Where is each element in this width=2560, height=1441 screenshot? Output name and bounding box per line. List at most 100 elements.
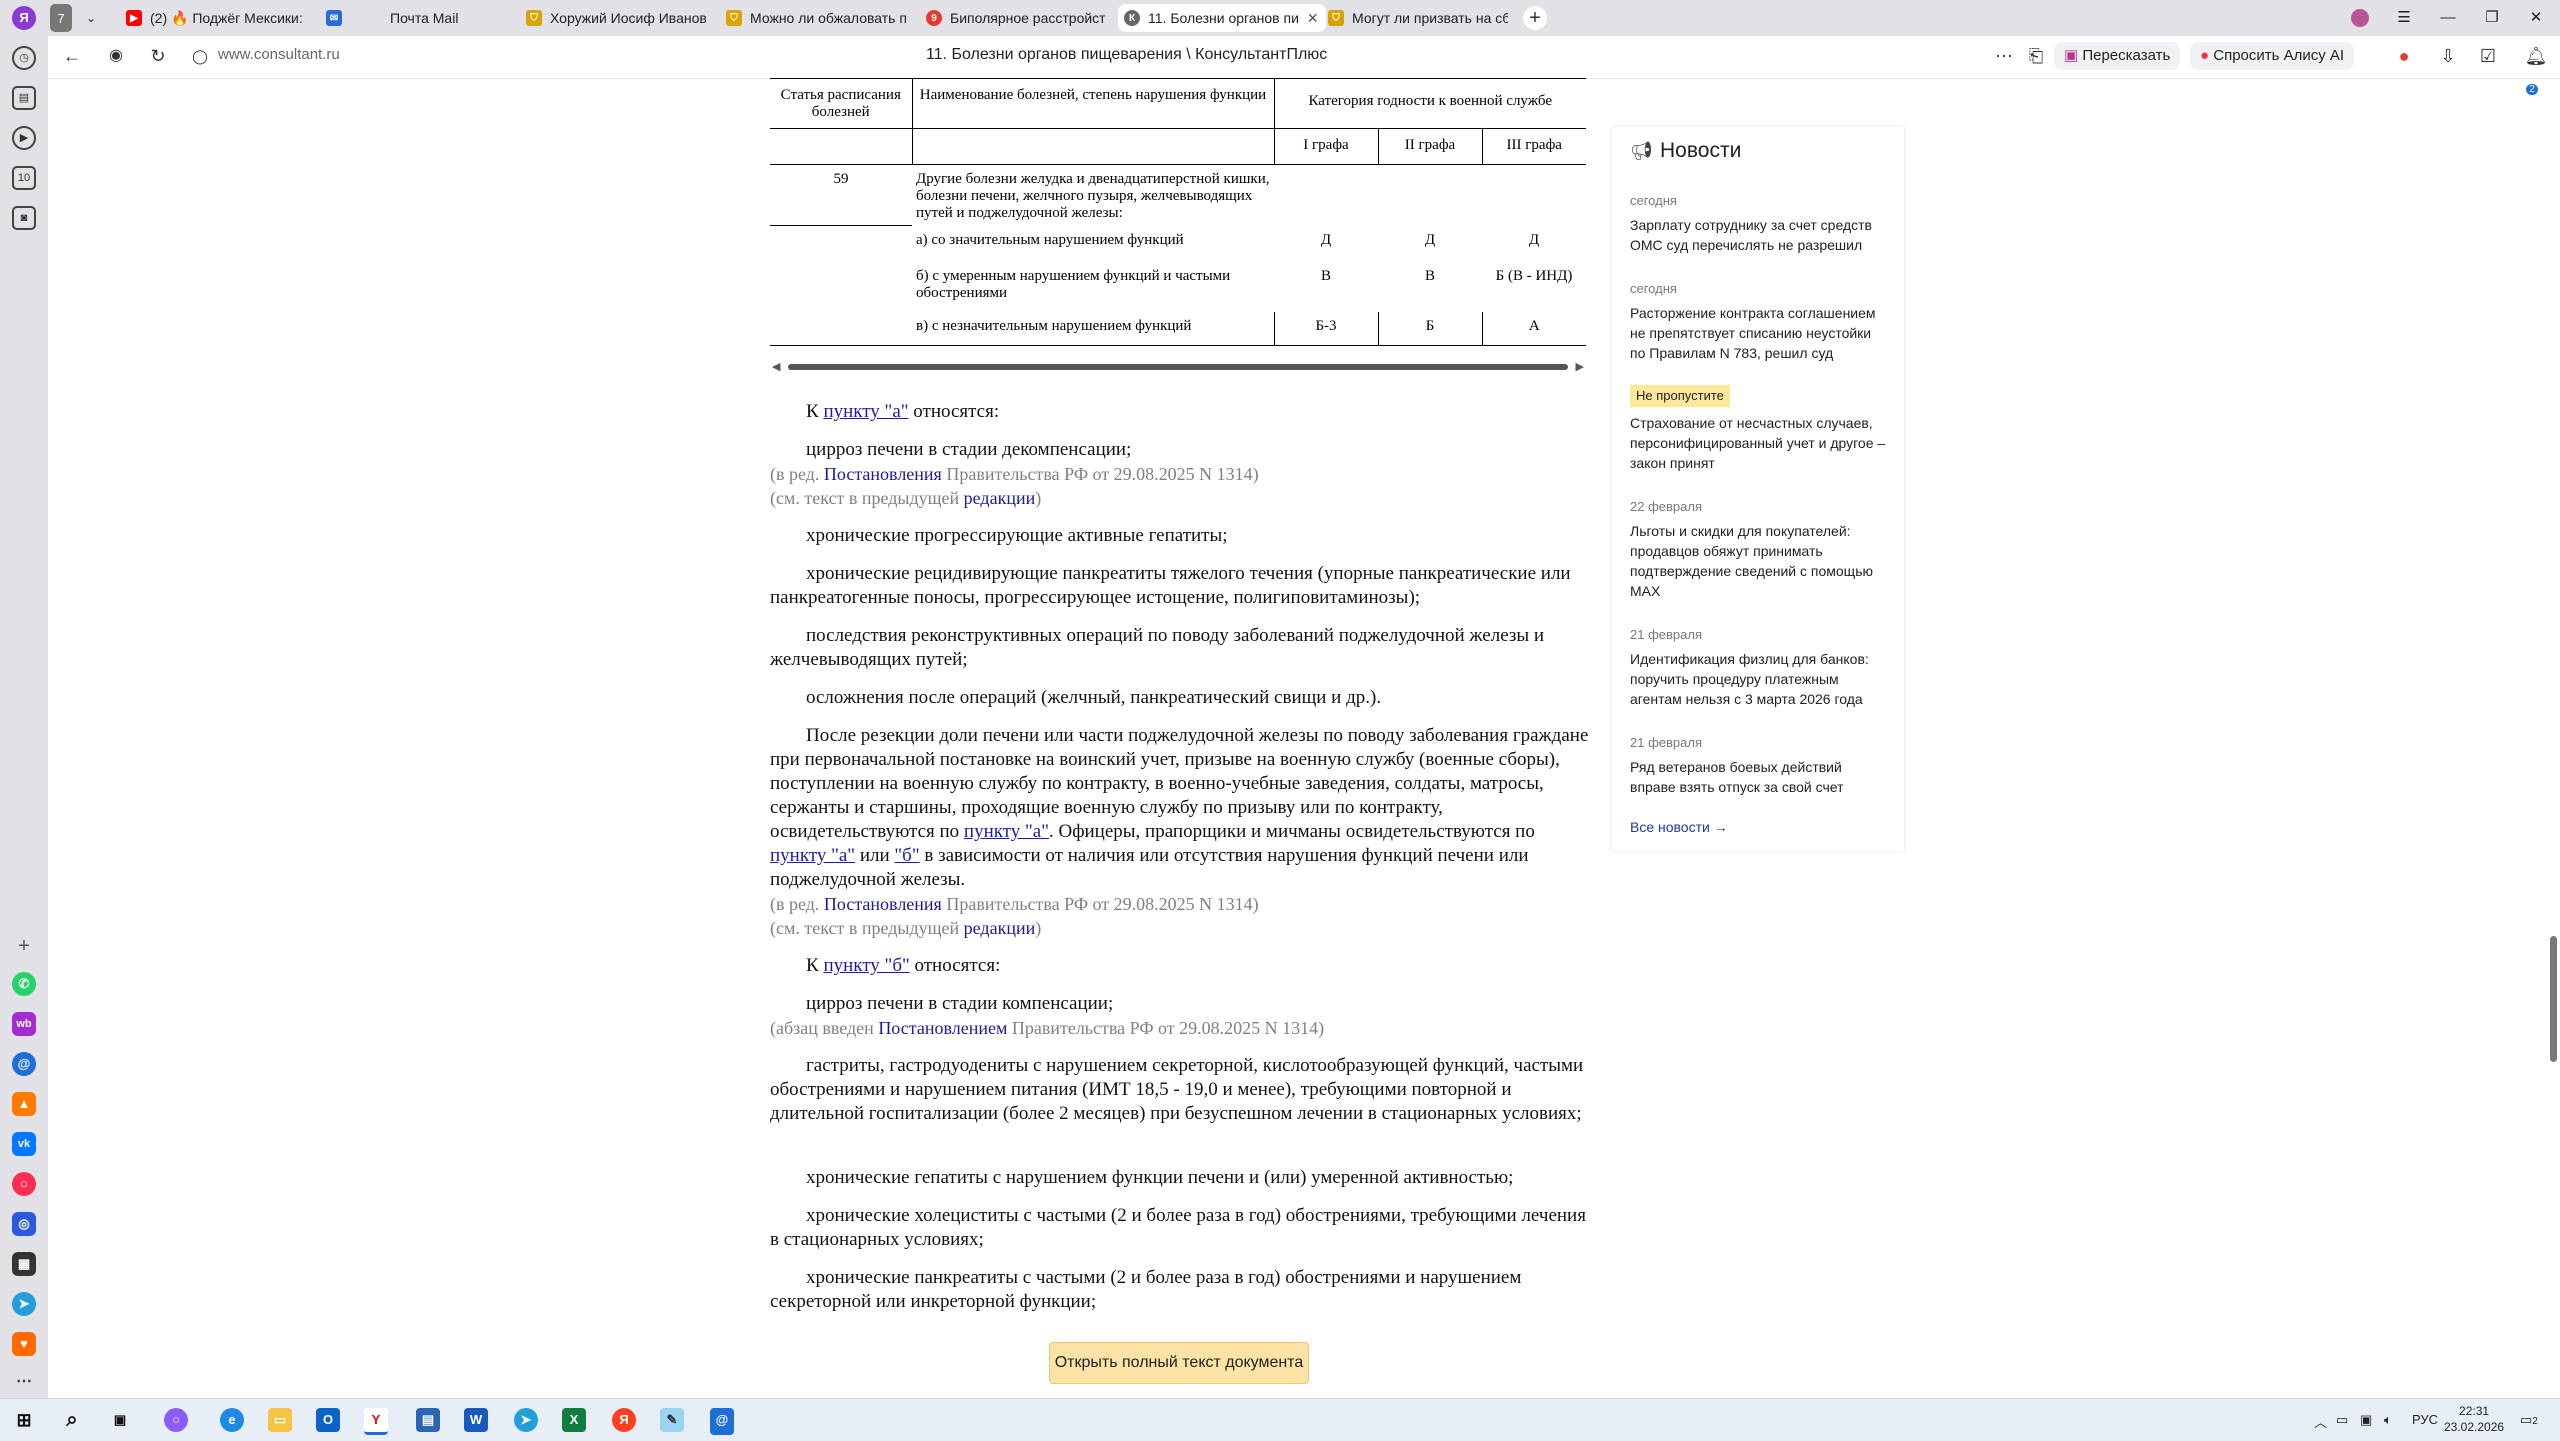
add-panel-icon[interactable]: +	[12, 934, 36, 958]
tab-counter[interactable]: 7	[50, 4, 72, 32]
more-icon[interactable]: ⋯	[12, 1370, 36, 1394]
link-punkt-b[interactable]: пункту "б"	[823, 955, 909, 976]
outlook-icon[interactable]: O	[316, 1408, 340, 1432]
news-text[interactable]: Страхование от несчастных случаев, персо…	[1630, 413, 1890, 473]
screenshot-icon[interactable]: ◙	[12, 206, 36, 230]
wildberries-icon[interactable]: wb	[12, 1012, 36, 1036]
system-clock[interactable]: 22:31 23.02.2026	[2444, 1403, 2504, 1435]
excel-icon[interactable]: X	[562, 1408, 586, 1432]
link-postanovlenie[interactable]: Постановления	[824, 464, 942, 484]
whatsapp-icon[interactable]: ✆	[12, 972, 36, 996]
windows-start-icon[interactable]: ⊞	[12, 1408, 36, 1432]
telegram-icon[interactable]: ➤	[12, 1292, 36, 1316]
alice-icon[interactable]: ○	[12, 1172, 36, 1196]
link-punkt-a[interactable]: пункту "а"	[770, 845, 855, 866]
all-news-link[interactable]: Все новости →	[1630, 819, 1728, 835]
news-text[interactable]: Ряд ветеранов боевых действий вправе взя…	[1630, 757, 1890, 797]
tab-youtube[interactable]: ▶ (2) 🔥 Поджёг Мексики: у	[126, 4, 306, 32]
volume-icon[interactable]: 🔈︎	[2384, 1412, 2392, 1428]
news-text[interactable]: Льготы и скидки для покупателей: продавц…	[1630, 521, 1890, 601]
news-text[interactable]: Расторжение контракта соглашением не пре…	[1630, 303, 1890, 363]
back-arrow-icon[interactable]: ←	[60, 44, 84, 68]
tab-bipolar[interactable]: 9 Биполярное расстройств	[926, 4, 1106, 32]
notification-center-icon[interactable]: ▭2	[2520, 1412, 2538, 1428]
news-item[interactable]: 21 февраля Ряд ветеранов боевых действий …	[1630, 733, 1890, 797]
page-vertical-scrollbar[interactable]	[2548, 78, 2560, 1398]
notifications-icon[interactable]: 🔔︎2	[2524, 44, 2548, 95]
scroll-left-icon[interactable]: ◀	[772, 360, 780, 373]
network-icon[interactable]: ▭	[2336, 1412, 2348, 1428]
tab-mail[interactable]: ✉ Почта Mail	[326, 4, 506, 32]
profile-avatar[interactable]	[2340, 4, 2380, 32]
history-icon[interactable]: ◷	[12, 46, 36, 70]
display-icon[interactable]: ▣	[2360, 1412, 2372, 1428]
news-item[interactable]: сегодня Зарплату сотруднику за счет средс…	[1630, 191, 1890, 255]
link-punkt-a[interactable]: пункту "а"	[964, 821, 1049, 842]
url-field[interactable]: www.consultant.ru	[218, 46, 340, 63]
browser-logo-icon[interactable]: Я	[12, 6, 36, 30]
scrollbar-thumb[interactable]	[788, 364, 1568, 370]
tab-khoruzhiy[interactable]: ⛉ Хоружий Иосиф Иванові	[526, 4, 706, 32]
link-postanovlenie[interactable]: Постановления	[824, 894, 942, 914]
news-text[interactable]: Зарплату сотруднику за счет средств ОМС …	[1630, 215, 1890, 255]
minimize-icon[interactable]: —	[2428, 4, 2468, 32]
alice-taskbar-icon[interactable]: ○	[164, 1408, 188, 1432]
vk-icon[interactable]: vk	[12, 1132, 36, 1156]
telegram-taskbar-icon[interactable]: ➤	[514, 1408, 538, 1432]
word-icon[interactable]: W	[464, 1408, 488, 1432]
downloads-icon[interactable]: ⇩	[2436, 44, 2460, 68]
more-dots-icon[interactable]: ⋯	[1992, 44, 2016, 68]
scrollbar-thumb[interactable]	[2550, 936, 2557, 1062]
mail-taskbar-icon[interactable]: @	[710, 1408, 734, 1435]
fire-icon[interactable]: ▲	[12, 1092, 36, 1116]
extension-icon[interactable]: ●	[2392, 44, 2416, 68]
tray-chevron-icon[interactable]: ︿	[2314, 1412, 2327, 1431]
new-tab-button[interactable]: +	[1523, 6, 1547, 30]
news-item[interactable]: 21 февраля Идентификация физлиц для банко…	[1630, 625, 1890, 709]
play-icon[interactable]: ▶	[12, 126, 36, 150]
counter-icon[interactable]: 10	[12, 166, 36, 190]
menu-icon[interactable]: ☰	[2384, 4, 2424, 32]
news-item[interactable]: 22 февраля Льготы и скидки для покупателе…	[1630, 497, 1890, 601]
search-icon[interactable]: ⌕	[60, 1408, 84, 1432]
site-info-icon[interactable]: ◯	[188, 44, 212, 68]
link-postanovleniem[interactable]: Постановлением	[878, 1018, 1007, 1038]
app-window-icon[interactable]: ▤	[416, 1408, 440, 1432]
link-redaktsii[interactable]: редакции	[964, 918, 1036, 938]
notepad-icon[interactable]: ✎	[660, 1408, 684, 1432]
close-window-icon[interactable]: ✕	[2516, 4, 2556, 32]
tasks-icon[interactable]: ☑	[2476, 44, 2500, 68]
ask-alice-button[interactable]: ● Спросить Алису AI	[2190, 42, 2355, 70]
news-item[interactable]: Не пропустите Страхование от несчастных с…	[1630, 385, 1890, 473]
link-punkt-a[interactable]: пункту "а"	[823, 401, 908, 422]
file-explorer-icon[interactable]: ▭	[268, 1408, 292, 1432]
tab-list-chevron-icon[interactable]: ⌄	[86, 4, 106, 32]
tab-label: Биполярное расстройств	[950, 10, 1106, 26]
services-icon[interactable]: ▦	[12, 1252, 36, 1276]
collections-icon[interactable]: ▤	[12, 86, 36, 110]
close-tab-icon[interactable]: ✕	[1307, 10, 1319, 27]
restore-icon[interactable]: ❐	[2472, 4, 2512, 32]
language-indicator[interactable]: РУС	[2412, 1412, 2438, 1427]
news-text[interactable]: Идентификация физлиц для банков: поручит…	[1630, 649, 1890, 709]
messenger-icon[interactable]: ♥	[12, 1332, 36, 1356]
link-redaktsii[interactable]: редакции	[964, 488, 1036, 508]
tab-prizvat[interactable]: ⛉ Могут ли призвать на сб	[1328, 4, 1508, 32]
news-item[interactable]: сегодня Расторжение контракта соглашением…	[1630, 279, 1890, 363]
retell-button[interactable]: ▣ Пересказать	[2054, 42, 2181, 70]
mail-at-icon[interactable]: @	[12, 1052, 36, 1076]
yandex-icon[interactable]: Я	[612, 1408, 636, 1432]
edge-icon[interactable]: e	[220, 1408, 244, 1432]
yandex-browser-icon[interactable]: Y	[364, 1408, 388, 1435]
open-full-text-button[interactable]: Открыть полный текст документа	[1049, 1342, 1309, 1384]
planner-icon[interactable]: ◎	[12, 1212, 36, 1236]
reload-icon[interactable]: ↻	[146, 44, 170, 68]
tab-consultant-active[interactable]: К 11. Болезни органов пи ✕	[1118, 4, 1326, 32]
scroll-right-icon[interactable]: ▶	[1576, 360, 1584, 373]
link-punkt-b[interactable]: "б"	[894, 845, 919, 866]
tab-obzhalovat[interactable]: ⛉ Можно ли обжаловать пр	[726, 4, 906, 32]
table-horizontal-scrollbar[interactable]: ◀ ▶	[770, 360, 1586, 374]
protect-icon[interactable]: ◉	[104, 44, 128, 68]
task-view-icon[interactable]: ▣	[108, 1408, 132, 1432]
bookmark-icon[interactable]: ⎗	[2024, 44, 2048, 68]
